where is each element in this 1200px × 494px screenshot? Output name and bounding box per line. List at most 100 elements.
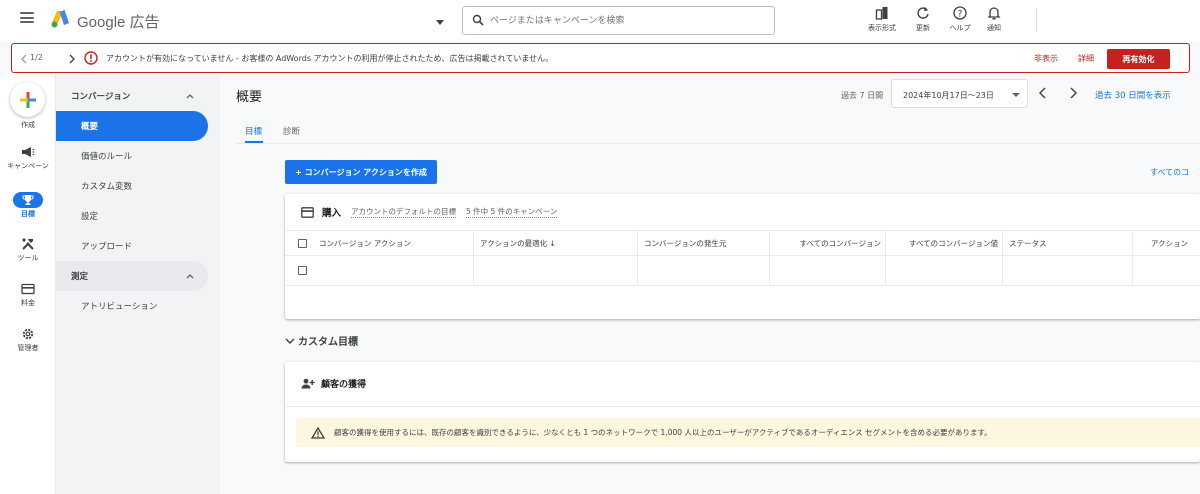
subnav-measurement-header[interactable]: 測定 [56, 261, 208, 291]
customer-acquisition-card: 顧客の獲得 顧客の獲得を使用するには、既存の顧客を識別できるように、少なくとも … [285, 362, 1200, 462]
subnav-item-label: アップロード [81, 242, 133, 252]
subnav-item-label: 価値のルール [81, 152, 133, 162]
custom-goals-toggle[interactable]: カスタム目標 [285, 333, 358, 348]
trophy-icon [22, 195, 34, 205]
table-cell [637, 256, 769, 286]
column-all-conversion-value[interactable]: すべてのコンバージョン値 [885, 231, 1002, 256]
subnav-conversions-label: コンバージョン [71, 92, 131, 102]
table-cell [1132, 256, 1200, 286]
all-conversions-link[interactable]: すべてのコ [1150, 167, 1189, 178]
column-all-conversions[interactable]: すべてのコンバージョン [769, 231, 885, 256]
display-format-button[interactable]: 表示形式 [862, 5, 902, 33]
column-action-optimization[interactable]: アクションの最適化 ↓ [473, 231, 637, 256]
purchase-card-title: 購入 [322, 208, 342, 219]
date-range-selector[interactable]: 2024年10月17日〜23日 [891, 79, 1028, 108]
campaign-count-label[interactable]: 5 件中 5 件のキャンペーン [466, 206, 558, 218]
chevron-left-icon[interactable] [20, 54, 28, 64]
subnav-item-attribution[interactable]: アトリビューション [56, 291, 208, 321]
error-icon [84, 51, 98, 65]
add-person-icon [301, 378, 315, 389]
bell-icon [987, 7, 1001, 20]
table-cell [473, 256, 637, 286]
navigation-rail: 作成 キャンペーン 目標 ツール 料金 管理者 [0, 74, 56, 494]
toolbar-divider [1036, 9, 1037, 31]
google-ads-logo-icon[interactable] [50, 9, 70, 29]
subnav-item-overview[interactable]: 概要 [56, 111, 208, 141]
subnav-conversions-header[interactable]: コンバージョン [56, 81, 208, 111]
notifications-button[interactable]: 通知 [974, 5, 1014, 33]
previous-period-icon[interactable] [1038, 87, 1048, 99]
row-checkbox[interactable] [298, 266, 307, 275]
subnav-item-label: カスタム変数 [81, 182, 133, 192]
svg-text:?: ? [958, 10, 963, 20]
top-bar: Google 広告 表示形式 更新 ? ヘルプ 通知 [0, 0, 1200, 42]
gear-icon [22, 328, 34, 340]
rail-item-goals[interactable]: 目標 [0, 192, 56, 218]
rail-item-billing[interactable]: 料金 [0, 281, 56, 307]
credit-card-icon [21, 283, 35, 295]
reactivate-button[interactable]: 再有効化 [1107, 49, 1170, 69]
conversion-table-header: コンバージョン アクション アクションの最適化 ↓ コンバージョンの発生元 すべ… [285, 230, 1200, 256]
column-actions[interactable]: アクション [1132, 231, 1192, 256]
rail-item-tools[interactable]: ツール [0, 236, 56, 262]
brand-name: Google 広告 [77, 14, 160, 31]
purchase-card-header: 購入 アカウントのデフォルトの目標 5 件中 5 件のキャンペーン [301, 205, 558, 219]
default-goal-label[interactable]: アカウントのデフォルトの目標 [351, 206, 457, 218]
acquisition-card-header: 顧客の獲得 [301, 377, 366, 390]
tools-icon [22, 238, 34, 250]
subnav-item-uploads[interactable]: アップロード [56, 231, 208, 261]
date-range-value: 2024年10月17日〜23日 [903, 91, 994, 100]
menu-icon[interactable] [20, 12, 34, 23]
alert-message: アカウントが有効になっていません - お客様の AdWords アカウントの利用… [106, 54, 554, 63]
show-last-30-days-link[interactable]: 過去 30 日間を表示 [1095, 89, 1171, 101]
chevron-up-icon [186, 94, 194, 99]
account-alert-banner: 1/2 アカウントが有効になっていません - お客様の AdWords アカウン… [11, 43, 1190, 73]
acquisition-warning-text: 顧客の獲得を使用するには、既存の顧客を識別できるように、少なくとも 1 つのネッ… [334, 428, 992, 437]
table-cell [1002, 256, 1132, 286]
tab-diagnostics[interactable]: 診断 [283, 125, 300, 137]
account-dropdown-icon[interactable] [436, 20, 444, 25]
refresh-icon [917, 7, 929, 19]
column-status[interactable]: ステータス [1002, 231, 1132, 256]
tab-goals[interactable]: 目標 [245, 125, 262, 137]
column-conversion-action[interactable]: コンバージョン アクション [313, 231, 473, 256]
subnav-item-value-rules[interactable]: 価値のルール [56, 141, 208, 171]
rail-item-admin[interactable]: 管理者 [0, 326, 56, 352]
caret-down-icon [1012, 93, 1020, 97]
tab-divider [236, 143, 1200, 144]
rail-create-label: 作成 [21, 121, 35, 129]
main-content: 概要 過去 7 日間 2024年10月17日〜23日 過去 30 日間を表示 目… [220, 74, 1200, 494]
rail-item-create[interactable]: 作成 [0, 119, 56, 129]
refresh-label: 更新 [916, 24, 930, 32]
chevron-up-icon [186, 274, 194, 279]
subnav-item-settings[interactable]: 設定 [56, 201, 208, 231]
column-conversion-source[interactable]: コンバージョンの発生元 [637, 231, 769, 256]
create-conversion-action-button[interactable]: + コンバージョン アクションを作成 [285, 160, 437, 184]
next-period-icon[interactable] [1068, 87, 1078, 99]
rail-tools-label: ツール [17, 254, 39, 262]
chart-view-icon [875, 7, 888, 20]
create-button[interactable] [10, 82, 45, 117]
select-all-checkbox[interactable] [298, 239, 307, 248]
search-box[interactable] [462, 6, 775, 35]
chevron-right-icon[interactable] [68, 54, 76, 64]
period-label: 過去 7 日間 [841, 91, 884, 100]
subnav-measurement-label: 測定 [71, 272, 89, 282]
subnav-item-label: 概要 [81, 122, 99, 132]
chevron-down-icon [285, 338, 295, 344]
refresh-button[interactable]: 更新 [903, 5, 943, 33]
plus-icon [19, 91, 36, 108]
purchase-goal-card: 購入 アカウントのデフォルトの目標 5 件中 5 件のキャンペーン コンバージョ… [285, 194, 1200, 319]
subnav-item-label: 設定 [81, 212, 99, 222]
page-title: 概要 [236, 90, 263, 105]
details-link[interactable]: 詳細 [1078, 53, 1094, 64]
table-row [285, 256, 1200, 286]
rail-item-campaigns[interactable]: キャンペーン [0, 144, 56, 170]
acquisition-divider [285, 406, 1200, 407]
custom-goals-title: カスタム目標 [298, 337, 358, 348]
hide-alert-link[interactable]: 非表示 [1034, 53, 1058, 64]
subnav-item-custom-variables[interactable]: カスタム変数 [56, 171, 208, 201]
search-input[interactable] [490, 13, 770, 29]
notifications-label: 通知 [987, 24, 1001, 32]
rail-admin-label: 管理者 [17, 344, 39, 352]
